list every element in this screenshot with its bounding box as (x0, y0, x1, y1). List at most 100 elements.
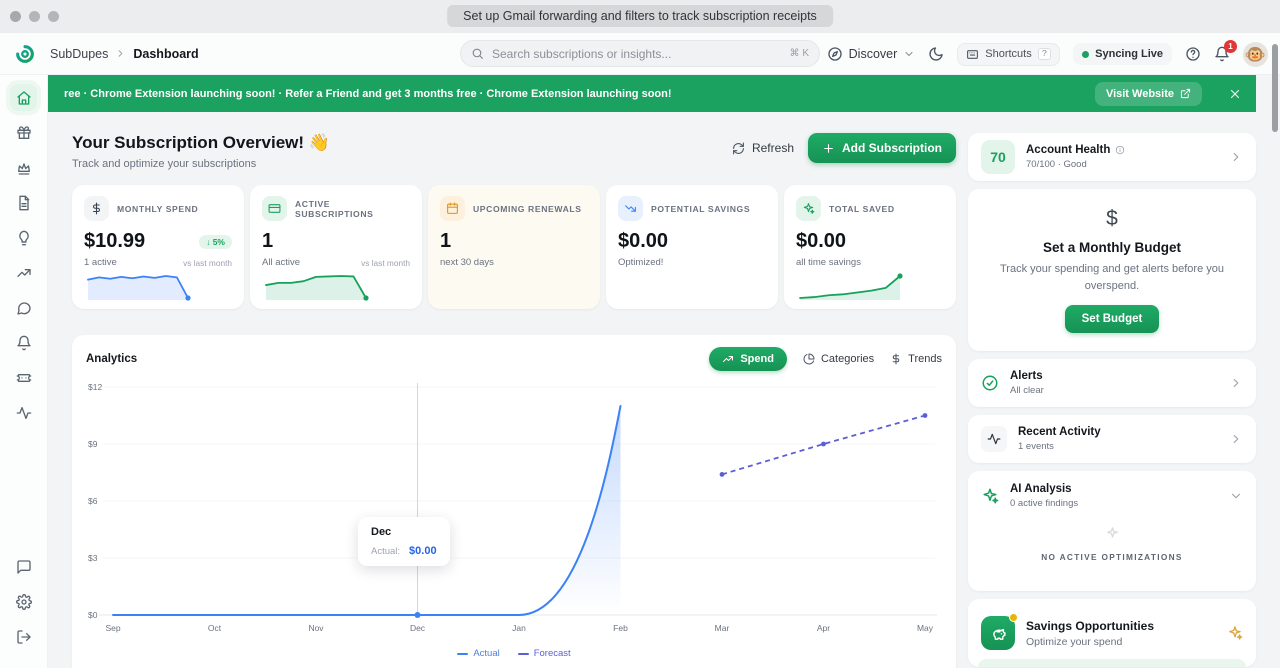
promo-close-button[interactable] (1228, 87, 1242, 101)
trending-up-icon (722, 353, 734, 365)
stat-card-upcoming-renewals[interactable]: UPCOMING RENEWALS 1 next 30 days (428, 185, 600, 309)
nav-logout[interactable] (10, 623, 37, 650)
credit-card-icon (262, 196, 287, 221)
breadcrumb-root[interactable]: SubDupes (50, 47, 108, 61)
legend-actual-swatch (457, 653, 468, 655)
sparkline-chart (262, 270, 372, 302)
window-controls[interactable] (10, 11, 59, 22)
nav-messages[interactable] (10, 294, 37, 321)
piggy-bank-icon (981, 616, 1015, 650)
trend-badge: ↓ 5% (199, 235, 232, 249)
notifications-button[interactable]: 1 (1214, 46, 1230, 62)
nav-documents[interactable] (10, 189, 37, 216)
refresh-button[interactable]: Refresh (732, 141, 794, 155)
shortcuts-key: ? (1038, 48, 1051, 60)
crown-icon (16, 160, 32, 176)
svg-text:Apr: Apr (817, 623, 830, 633)
close-icon (1228, 87, 1242, 101)
breadcrumb-current: Dashboard (133, 47, 198, 61)
account-health-card[interactable]: 70 Account Health 70/100 · Good (968, 133, 1256, 181)
sparkles-icon (1105, 526, 1120, 541)
stat-card-monthly-spend[interactable]: MONTHLY SPEND $10.99↓ 5% 1 activevs last… (72, 185, 244, 309)
ticket-icon (16, 370, 32, 386)
gold-sparkle-icon (1227, 625, 1243, 641)
nav-trends[interactable] (10, 259, 37, 286)
chevron-down-icon (903, 48, 915, 60)
promo-marquee-text: ree · Chrome Extension launching soon! ·… (64, 88, 1095, 100)
visit-website-button[interactable]: Visit Website (1095, 82, 1202, 106)
add-subscription-button[interactable]: Add Subscription (808, 133, 956, 163)
right-panel: 70 Account Health 70/100 · Good $ Set a … (968, 133, 1256, 667)
savings-opportunities-card[interactable]: Savings Opportunities Optimize your spen… (968, 599, 1256, 667)
chevron-right-icon (1229, 150, 1243, 164)
savings-preview-strip (978, 659, 1246, 667)
window-dot[interactable] (10, 11, 21, 22)
svg-text:Jan: Jan (512, 623, 526, 633)
nav-rewards[interactable] (10, 119, 37, 146)
spend-chart[interactable]: $0$3$6$9$12SepOctNovDecJanFebMarAprMay D… (86, 377, 942, 659)
budget-description: Track your spending and get alerts befor… (994, 261, 1230, 294)
svg-text:$6: $6 (88, 496, 98, 506)
stat-card-potential-savings[interactable]: POTENTIAL SAVINGS $0.00 Optimized! (606, 185, 778, 309)
info-icon (1115, 145, 1125, 155)
nav-insights[interactable] (10, 224, 37, 251)
health-score: 70 (981, 140, 1015, 174)
sync-status-dot (1082, 51, 1089, 58)
search-input[interactable] (492, 47, 782, 61)
nav-coupons[interactable] (10, 364, 37, 391)
trending-down-icon (618, 196, 643, 221)
shortcuts-button[interactable]: Shortcuts ? (957, 43, 1060, 66)
svg-text:Dec: Dec (410, 623, 426, 633)
breadcrumb: SubDupes Dashboard (50, 47, 199, 61)
compass-icon (827, 46, 843, 62)
promo-banner: ree · Chrome Extension launching soon! ·… (48, 75, 1256, 112)
svg-text:$12: $12 (88, 382, 102, 392)
set-budget-button[interactable]: Set Budget (1065, 305, 1160, 333)
recent-activity-card[interactable]: Recent Activity 1 events (968, 415, 1256, 463)
message-square-icon (16, 559, 32, 575)
chevron-right-icon (1229, 432, 1243, 446)
nav-settings[interactable] (10, 588, 37, 615)
analytics-card: Analytics Spend Categories Trends $0$3$6… (72, 335, 956, 668)
nav-home[interactable] (10, 84, 37, 111)
analytics-title: Analytics (86, 353, 137, 365)
discover-button[interactable]: Discover (827, 46, 916, 62)
window-dot[interactable] (29, 11, 40, 22)
ai-analysis-header[interactable]: AI Analysis 0 active findings (981, 483, 1243, 509)
help-button[interactable] (1185, 46, 1201, 62)
nav-alerts[interactable] (10, 329, 37, 356)
logo-icon[interactable] (14, 43, 36, 65)
nav-activity[interactable] (10, 399, 37, 426)
gift-icon (16, 125, 32, 141)
stat-card-total-saved[interactable]: TOTAL SAVED $0.00 all time savings (784, 185, 956, 309)
svg-text:Oct: Oct (208, 623, 222, 633)
stats-row: MONTHLY SPEND $10.99↓ 5% 1 activevs last… (72, 185, 956, 309)
budget-title: Set a Monthly Budget (1043, 240, 1181, 255)
wave-emoji: 👋 (309, 133, 330, 152)
chat-bubble-icon (16, 300, 32, 316)
tab-trends[interactable]: Trends (890, 353, 942, 365)
user-avatar[interactable]: 🐵 (1243, 42, 1268, 67)
ai-analysis-card: AI Analysis 0 active findings NO ACTIVE … (968, 471, 1256, 591)
bell-icon (16, 335, 32, 351)
external-link-icon (1180, 88, 1191, 99)
tab-categories[interactable]: Categories (803, 353, 874, 365)
svg-text:May: May (917, 623, 934, 633)
logout-icon (16, 629, 32, 645)
chevron-right-icon (115, 48, 126, 59)
dollar-icon: $ (1106, 207, 1118, 231)
dark-mode-toggle[interactable] (928, 46, 944, 62)
sparkles-icon (796, 196, 821, 221)
refresh-icon (732, 142, 745, 155)
home-icon (16, 90, 32, 106)
nav-feedback[interactable] (10, 553, 37, 580)
alerts-card[interactable]: Alerts All clear (968, 359, 1256, 407)
stat-card-active-subscriptions[interactable]: ACTIVE SUBSCRIPTIONS 1 All activevs last… (250, 185, 422, 309)
global-search[interactable]: ⌘ K (460, 40, 820, 67)
sparkles-icon (981, 487, 999, 505)
gmail-setup-banner[interactable]: Set up Gmail forwarding and filters to t… (447, 5, 833, 27)
page-subtitle: Track and optimize your subscriptions (72, 158, 330, 170)
window-dot[interactable] (48, 11, 59, 22)
nav-premium[interactable] (10, 154, 37, 181)
tab-spend[interactable]: Spend (709, 347, 787, 371)
